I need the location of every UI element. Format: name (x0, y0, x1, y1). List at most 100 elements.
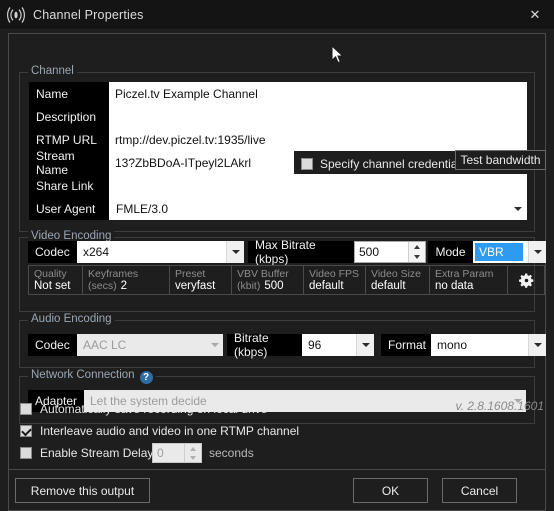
video-params-grid: Quality Not set Keyframes (secs) 2 Prese… (28, 265, 545, 295)
param-video-size-label: Video Size (371, 268, 422, 280)
checkbox-box[interactable] (301, 158, 313, 170)
max-bitrate-value[interactable]: 500 (355, 242, 408, 262)
field-share-link-row: Share Link (29, 174, 527, 197)
param-vbv-buffer-value: 500 (264, 280, 284, 292)
spinner-buttons[interactable] (408, 242, 425, 262)
video-mode-value: VBR (475, 243, 523, 261)
param-video-size-value: default (371, 280, 406, 292)
param-vbv-buffer-unit: (kbit) (237, 280, 261, 292)
network-group-title-text: Network Connection (31, 369, 135, 381)
video-mode-label: Mode (428, 241, 473, 263)
window-title: Channel Properties (33, 7, 144, 22)
chevron-down-icon[interactable] (528, 241, 546, 263)
video-encoding-group: Video Encoding Codec x264 Max Bitrate (k… (19, 230, 546, 312)
field-name-row: Name Piczel.tv Example Channel (29, 82, 527, 105)
max-bitrate-label: Max Bitrate (kbps) (248, 238, 354, 266)
field-user-agent-row: User Agent FMLE/3.0 (29, 197, 527, 220)
checkbox-box[interactable] (20, 425, 32, 437)
field-label-user-agent: User Agent (29, 197, 109, 220)
specify-credentials-label: Specify channel credentials (320, 157, 467, 171)
rtmp-url-input[interactable]: rtmp://dev.piczel.tv:1935/live (109, 128, 527, 151)
field-description-row: Description (29, 105, 527, 128)
param-video-fps[interactable]: Video FPS default (304, 266, 366, 294)
interleave-checkbox[interactable]: Interleave audio and video in one RTMP c… (20, 424, 299, 438)
max-bitrate-spinner[interactable]: 500 (354, 241, 426, 263)
max-bitrate-row: Max Bitrate (kbps) 500 (248, 238, 426, 266)
description-input[interactable] (109, 105, 527, 128)
spinner-up-icon (185, 444, 201, 453)
param-vbv-buffer[interactable]: VBV Buffer (kbit) 500 (232, 266, 304, 294)
video-codec-combobox[interactable]: x264 (77, 241, 244, 263)
channel-properties-dialog: Channel Properties ✕ Channel Name Piczel… (0, 0, 554, 511)
audio-format-row: Format mono (381, 334, 546, 356)
param-preset-label: Preset (175, 268, 206, 280)
stream-delay-value: 0 (157, 446, 164, 460)
audio-encoding-group: Audio Encoding Codec AAC LC Bitrate (kbp… (19, 313, 546, 368)
interleave-label: Interleave audio and video in one RTMP c… (40, 424, 300, 438)
broadcast-icon (7, 6, 25, 23)
param-preset[interactable]: Preset veryfast (170, 266, 232, 294)
param-video-size[interactable]: Video Size default (366, 266, 430, 294)
param-keyframes-value: 2 (120, 280, 127, 292)
spinner-up-icon[interactable] (409, 242, 425, 252)
chevron-down-icon[interactable] (356, 334, 374, 356)
audio-codec-label: Codec (28, 334, 77, 356)
audio-codec-row: Codec AAC LC (28, 334, 223, 356)
param-preset-value: veryfast (175, 280, 216, 292)
auto-save-checkbox[interactable]: Automatically save recording on local dr… (20, 402, 267, 416)
share-link-input[interactable] (109, 174, 527, 197)
param-vbv-buffer-label: VBV Buffer (237, 268, 289, 280)
param-keyframes-label: Keyframes (88, 268, 139, 280)
param-keyframes-unit: (secs) (88, 280, 117, 292)
user-agent-combobox[interactable]: FMLE/3.0 (109, 197, 527, 220)
stream-delay-spinner: 0 (152, 443, 202, 463)
audio-bitrate-value: 96 (308, 338, 322, 352)
param-quality-label: Quality (34, 268, 67, 280)
video-settings-button[interactable] (508, 266, 544, 294)
channel-group-title: Channel (28, 65, 77, 77)
close-icon[interactable]: ✕ (526, 6, 544, 24)
field-label-stream-name: Stream Name (29, 149, 109, 177)
title-bar: Channel Properties ✕ (0, 0, 554, 29)
spinner-down-icon[interactable] (409, 252, 425, 262)
field-stream-name-row: Stream Name 13?ZbBDoA-ITpeyl2LAkrl (29, 149, 294, 177)
param-video-fps-label: Video FPS (309, 268, 360, 280)
audio-codec-combobox: AAC LC (77, 334, 223, 356)
param-quality-value: Not set (34, 280, 71, 292)
param-extra-param[interactable]: Extra Param no data (430, 266, 508, 294)
spinner-buttons (184, 444, 201, 462)
video-codec-value: x264 (83, 245, 110, 259)
audio-codec-value: AAC LC (83, 338, 127, 352)
chevron-down-icon[interactable] (226, 241, 244, 263)
audio-format-combobox[interactable]: mono (431, 334, 546, 356)
auto-save-label: Automatically save recording on local dr… (40, 402, 268, 416)
stream-delay-checkbox[interactable]: Enable Stream Delay (20, 446, 153, 460)
specify-credentials-checkbox[interactable]: Specify channel credentials (301, 157, 466, 171)
ok-button[interactable]: OK (353, 478, 428, 503)
chevron-down-icon[interactable] (509, 198, 526, 219)
video-mode-row: Mode VBR (428, 241, 546, 263)
chevron-down-icon[interactable] (528, 334, 546, 356)
stream-delay-unit: seconds (209, 446, 254, 460)
checkbox-box[interactable] (20, 447, 32, 459)
param-keyframes[interactable]: Keyframes (secs) 2 (83, 266, 170, 294)
cancel-button[interactable]: Cancel (442, 478, 517, 503)
dialog-footer: Remove this output OK Cancel (8, 470, 546, 511)
name-input[interactable]: Piczel.tv Example Channel (109, 82, 527, 105)
param-quality[interactable]: Quality Not set (29, 266, 83, 294)
version-label: v. 2.8.1608.1601 (455, 399, 544, 413)
gear-icon[interactable] (518, 272, 535, 289)
test-bandwidth-button[interactable]: Test bandwidth (455, 150, 546, 170)
checkbox-box[interactable] (20, 403, 32, 415)
remove-output-button[interactable]: Remove this output (15, 478, 150, 503)
stream-name-input[interactable]: 13?ZbBDoA-ITpeyl2LAkrl (109, 151, 294, 174)
audio-bitrate-label: Bitrate (kbps) (227, 331, 302, 359)
audio-format-label: Format (381, 334, 431, 356)
chevron-down-icon (206, 334, 223, 356)
stream-delay-label: Enable Stream Delay (40, 446, 154, 460)
audio-bitrate-combobox[interactable]: 96 (302, 334, 374, 356)
video-mode-combobox[interactable]: VBR (473, 241, 546, 263)
help-icon[interactable]: ? (139, 371, 153, 384)
video-codec-label: Codec (28, 241, 77, 263)
spinner-down-icon (185, 453, 201, 462)
